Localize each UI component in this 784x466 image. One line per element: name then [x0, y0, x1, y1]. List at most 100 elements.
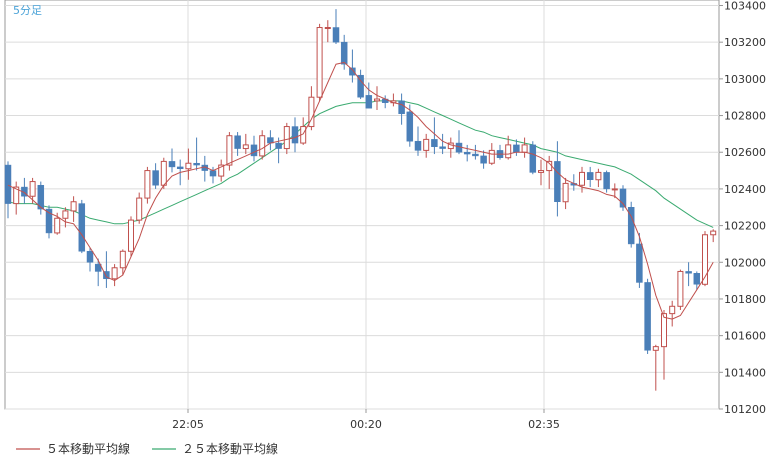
candle-body: [144, 170, 151, 199]
candle-body: [488, 149, 495, 164]
y-tick-label: 103200: [724, 36, 766, 49]
candle-body: [652, 346, 659, 351]
y-tick-label: 101200: [724, 403, 766, 416]
candle-body: [529, 144, 537, 173]
y-tick-label: 103000: [724, 73, 766, 86]
candle-body: [78, 203, 86, 252]
candle-body: [431, 139, 438, 147]
candle-body: [332, 27, 340, 43]
timeframe-label: 5分足: [13, 4, 42, 17]
candle-body: [554, 161, 561, 202]
chart-frame: 101200 101400 101600 101800 102000 102200 1024…: [0, 0, 784, 462]
candle-body: [291, 126, 299, 144]
candle-body: [185, 162, 192, 170]
candle-body: [86, 251, 94, 263]
candle-body: [193, 162, 200, 166]
candle-body: [685, 271, 692, 274]
candle-body: [661, 313, 667, 348]
candle: [128, 216, 134, 257]
candle-body: [636, 243, 643, 283]
y-tick-label: 101800: [724, 293, 766, 306]
candle-body: [513, 144, 520, 153]
candle-body: [168, 161, 176, 168]
candle-body: [324, 27, 331, 30]
candle-body: [463, 151, 471, 155]
candle-body: [259, 135, 266, 157]
candle-body: [586, 172, 594, 180]
candle-body: [644, 282, 651, 351]
y-tick-label: 102800: [724, 110, 766, 123]
y-tick-label: 101400: [724, 366, 766, 379]
candle-body: [505, 144, 512, 159]
candle-body: [480, 155, 487, 164]
candle: [78, 199, 86, 254]
candle-body: [275, 142, 282, 149]
y-tick-label: 102200: [724, 220, 766, 233]
legend: ５本移動平均線 ２５本移動平均線: [16, 441, 278, 456]
candle-body: [669, 305, 676, 315]
candle-body: [562, 182, 569, 203]
candle-body: [128, 219, 134, 252]
candle-body: [136, 197, 143, 221]
candle-body: [250, 144, 258, 157]
candle-body: [340, 41, 348, 65]
candle-body: [414, 140, 422, 151]
candle-body: [111, 267, 118, 280]
y-tick-label: 102400: [724, 183, 766, 196]
candle: [316, 23, 323, 101]
candlestick-chart: 101200 101400 101600 101800 102000 102200 1024…: [4, 0, 766, 456]
candle: [627, 201, 635, 248]
x-tick-label: 00:20: [350, 418, 382, 431]
candle: [644, 278, 651, 354]
candle-body: [579, 171, 585, 186]
candle-body: [29, 181, 36, 197]
candle-body: [283, 126, 290, 150]
candle-body: [152, 170, 159, 186]
candle-body: [710, 230, 717, 236]
candle-body: [472, 153, 479, 157]
candle: [160, 157, 167, 189]
candle: [529, 141, 537, 175]
candle-body: [234, 135, 241, 149]
candle-body: [349, 67, 356, 76]
candle-body: [398, 100, 405, 114]
candle-body: [406, 111, 414, 142]
candle-body: [4, 164, 12, 204]
y-tick-label: 103400: [724, 0, 766, 13]
candle-body: [439, 146, 446, 149]
candle-body: [316, 27, 323, 98]
candle-body: [521, 144, 528, 153]
legend-ma25-label: ２５本移動平均線: [182, 441, 278, 456]
candle: [144, 166, 151, 204]
candle: [677, 269, 684, 310]
y-tick-label: 101600: [724, 330, 766, 343]
x-axis-ticks: 22:05 00:20 02:35: [172, 409, 560, 431]
legend-ma5-label: ５本移動平均線: [46, 441, 130, 456]
y-tick-label: 102000: [724, 256, 766, 269]
plot-area: [4, 0, 720, 410]
candle-body: [603, 172, 610, 190]
candle-body: [595, 171, 602, 181]
candle-body: [677, 270, 684, 307]
candle-body: [693, 273, 701, 285]
candle-body: [62, 210, 69, 219]
y-tick-label: 102600: [724, 146, 766, 159]
candle-body: [119, 250, 126, 269]
candle-body: [226, 135, 233, 166]
candle-body: [54, 217, 61, 234]
candle-body: [365, 95, 373, 109]
candle-body: [374, 98, 380, 102]
candle-body: [176, 166, 184, 169]
candle: [226, 132, 233, 171]
candle-body: [611, 188, 618, 191]
candle-body: [209, 170, 217, 177]
candle-body: [423, 138, 430, 151]
candle-body: [242, 144, 249, 150]
x-tick-label: 02:35: [528, 418, 560, 431]
candle-body: [70, 201, 77, 212]
candle-body: [538, 170, 544, 173]
candle: [702, 231, 708, 287]
x-tick-label: 22:05: [172, 418, 204, 431]
y-axis-ticks: 101200 101400 101600 101800 102000 102200 1024…: [719, 0, 766, 416]
candle-body: [160, 160, 167, 186]
